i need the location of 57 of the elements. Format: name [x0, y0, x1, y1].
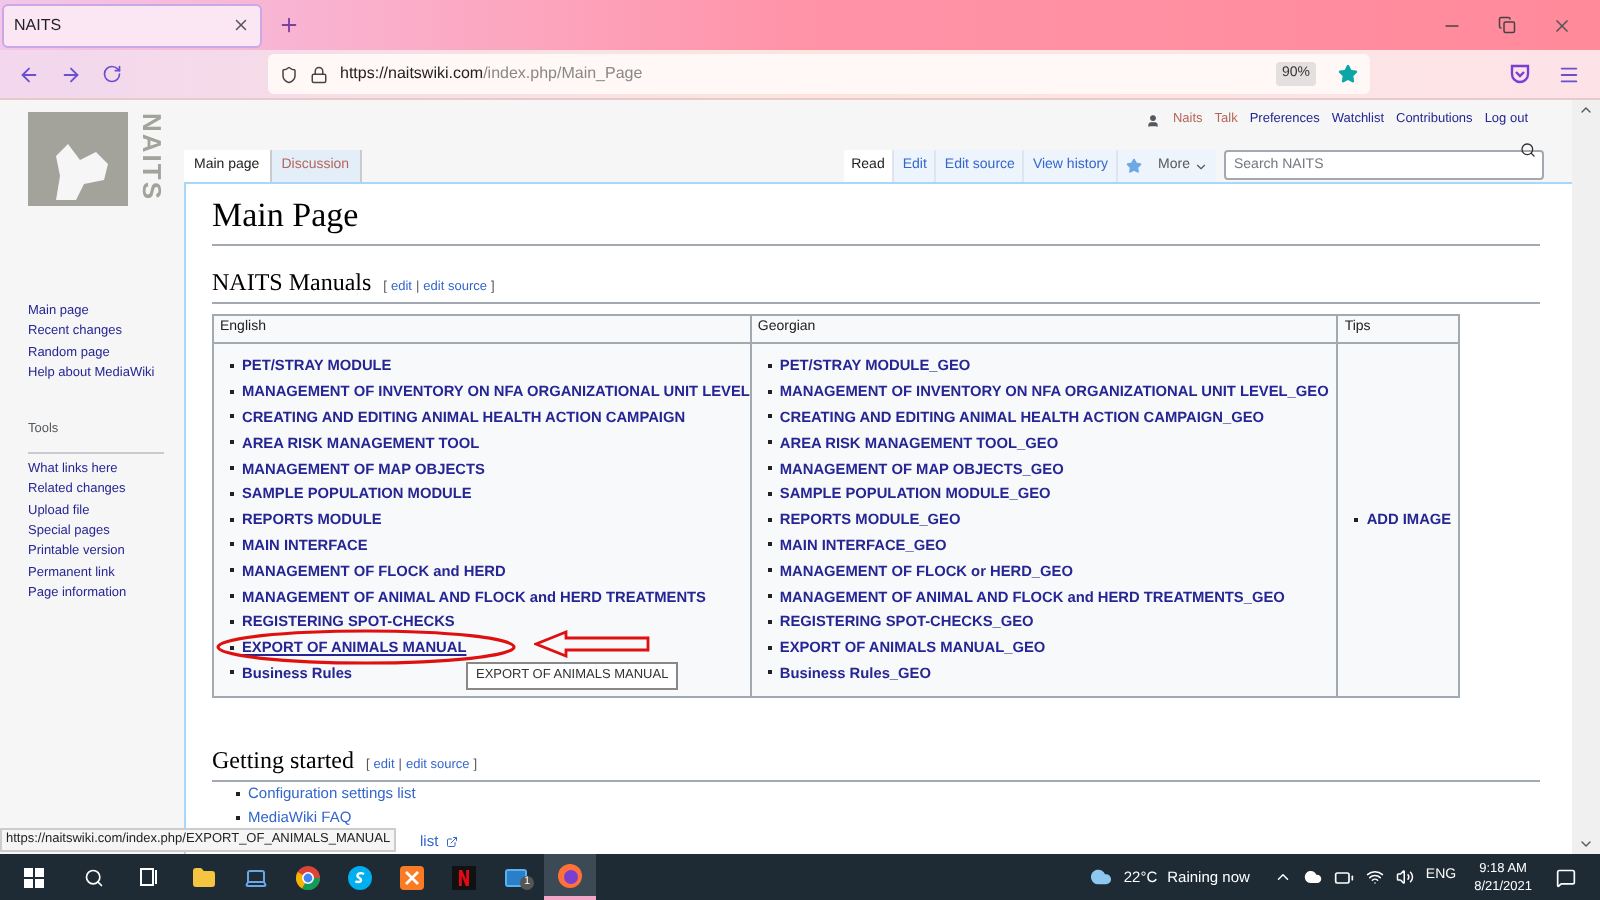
bullet-icon: [1354, 517, 1359, 522]
user-icon: [1146, 113, 1161, 127]
bookmark-star-icon[interactable]: [1338, 64, 1358, 84]
section-heading: NAITS Manuals: [212, 265, 372, 299]
bullet-icon: [767, 440, 772, 445]
annotation-arrow: [534, 630, 650, 659]
search-icon[interactable]: [1520, 142, 1536, 158]
bullet-icon: [767, 619, 772, 624]
page-title: Main Page: [212, 190, 1540, 245]
close-icon[interactable]: [232, 16, 250, 34]
video-app-icon[interactable]: [452, 865, 476, 889]
bullet-icon: [767, 542, 772, 547]
bullet-icon: [767, 466, 772, 471]
volume-icon[interactable]: [1395, 868, 1414, 886]
back-icon[interactable]: [18, 63, 40, 85]
notifications-icon[interactable]: [1556, 867, 1576, 887]
firefox-taskbar-item[interactable]: [544, 854, 596, 900]
watch-star-icon[interactable]: [1126, 158, 1143, 174]
bullet-icon: [767, 645, 772, 650]
browser-app-icon[interactable]: [296, 865, 320, 889]
section-heading: Getting started: [212, 743, 354, 778]
scroll-up-icon[interactable]: [1578, 102, 1594, 118]
laptop-icon[interactable]: [244, 865, 268, 889]
folder-icon[interactable]: [192, 865, 216, 889]
bullet-icon: [767, 363, 772, 368]
shield-icon[interactable]: [280, 65, 298, 83]
windows-start-icon[interactable]: [24, 867, 44, 887]
browser-tab[interactable]: NAITS: [2, 3, 262, 47]
close-icon[interactable]: [1552, 15, 1572, 35]
restore-icon[interactable]: [1498, 16, 1516, 34]
reload-icon[interactable]: [102, 64, 122, 84]
weather-cloud-icon[interactable]: [1089, 866, 1112, 888]
menu-icon[interactable]: [1558, 63, 1580, 85]
bullet-icon: [767, 568, 772, 573]
scroll-down-icon[interactable]: [1578, 836, 1594, 852]
bullet-icon: [767, 414, 772, 419]
new-tab-icon[interactable]: [278, 14, 300, 36]
cloud-icon[interactable]: [1303, 868, 1322, 886]
chat-app-icon[interactable]: [348, 865, 372, 889]
lock-icon[interactable]: [310, 65, 328, 83]
server-app-icon[interactable]: [400, 865, 424, 889]
bullet-icon: [767, 670, 772, 675]
pocket-icon[interactable]: [1510, 64, 1530, 84]
bullet-icon: [767, 517, 772, 522]
task-view-icon[interactable]: [140, 868, 160, 886]
mail-icon[interactable]: [504, 865, 528, 889]
network-icon[interactable]: [1365, 868, 1384, 886]
bullet-icon: [767, 491, 772, 496]
forward-icon[interactable]: [60, 63, 82, 85]
bullet-icon: [767, 389, 772, 394]
browser-icon[interactable]: [558, 863, 582, 887]
bullet-icon: [767, 594, 772, 599]
external-link-icon: [446, 835, 459, 848]
scrollbar[interactable]: [1572, 100, 1600, 854]
battery-icon[interactable]: [1333, 867, 1354, 887]
tray-expand-icon[interactable]: [1273, 868, 1292, 886]
chevron-down-icon[interactable]: [1194, 159, 1208, 173]
